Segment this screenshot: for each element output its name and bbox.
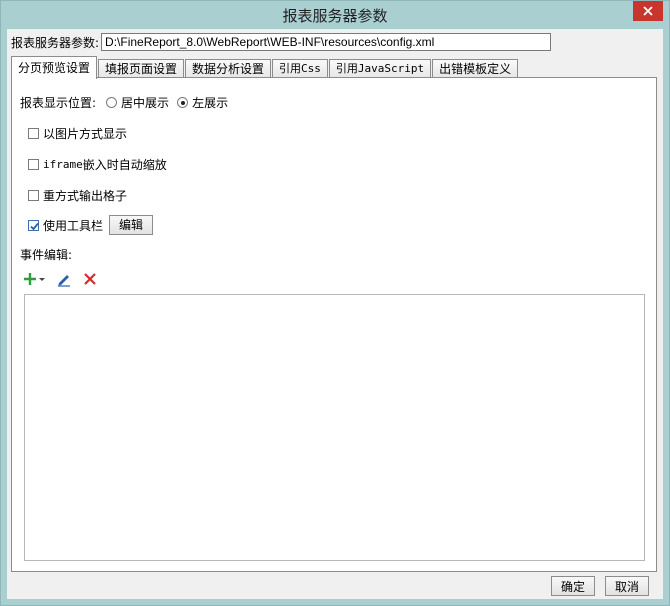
toolbar-option: 使用工具栏 编辑 — [28, 215, 154, 235]
image-mode-label: 以图片方式显示 — [43, 127, 128, 141]
tab-panel-page-preview: 报表显示位置: 居中展示 左展示 以图片方式显示 iframe 嵌入时自动缩放 — [11, 77, 657, 572]
edit-event-button[interactable] — [54, 270, 74, 288]
delete-icon — [84, 273, 96, 285]
close-button[interactable] — [633, 1, 663, 21]
event-list[interactable] — [24, 294, 645, 561]
radio-center-label: 居中展示 — [121, 96, 170, 110]
event-toolbar — [22, 269, 106, 289]
toolbar-checkbox-group[interactable]: 使用工具栏 — [28, 217, 103, 234]
redraw-cells-label: 重方式输出格子 — [43, 189, 128, 203]
radio-left-display[interactable]: 左展示 — [177, 94, 228, 111]
image-mode-option[interactable]: 以图片方式显示 — [28, 125, 127, 142]
iframe-zoom-label-suffix: 嵌入时自动缩放 — [82, 158, 167, 172]
tab-data-analysis-settings[interactable]: 数据分析设置 — [185, 59, 272, 78]
display-position-row: 报表显示位置: 居中展示 左展示 — [20, 94, 228, 111]
radio-center-indicator — [106, 97, 118, 108]
event-edit-heading-row: 事件编辑: — [20, 246, 72, 263]
edit-icon — [58, 275, 70, 287]
display-position-label: 报表显示位置: — [20, 96, 97, 110]
tab-reference-javascript[interactable]: 引用JavaScript — [328, 59, 432, 78]
server-param-label: 报表服务器参数: — [11, 35, 100, 50]
toolbar-label: 使用工具栏 — [43, 218, 104, 233]
radio-center-display[interactable]: 居中展示 — [106, 94, 169, 111]
radio-left-label: 左展示 — [192, 96, 229, 110]
radio-left-indicator — [177, 97, 189, 108]
server-param-path-field[interactable]: D:\FineReport_8.0\WebReport\WEB-INF\reso… — [101, 33, 552, 51]
tab-reference-css[interactable]: 引用Css — [272, 59, 328, 78]
redraw-cells-option[interactable]: 重方式输出格子 — [28, 187, 127, 204]
toolbar-edit-button[interactable]: 编辑 — [109, 215, 154, 235]
tab-bar: 分页预览设置 填报页面设置 数据分析设置 引用Css 引用JavaScript … — [11, 56, 519, 79]
iframe-zoom-label-prefix: iframe — [43, 158, 83, 171]
iframe-zoom-option[interactable]: iframe 嵌入时自动缩放 — [28, 156, 167, 173]
add-event-button[interactable] — [22, 270, 48, 288]
dialog-window: 报表服务器参数 报表服务器参数: D:\FineReport_8.0\WebRe… — [0, 0, 670, 606]
add-icon — [24, 273, 45, 285]
delete-event-button[interactable] — [80, 270, 100, 288]
event-edit-label: 事件编辑: — [20, 248, 73, 262]
close-icon — [643, 6, 653, 16]
ok-button[interactable]: 确定 — [551, 576, 595, 596]
redraw-cells-checkbox[interactable] — [28, 190, 39, 201]
dialog-content: 报表服务器参数: D:\FineReport_8.0\WebReport\WEB… — [7, 29, 663, 599]
checkmark-icon — [30, 222, 39, 230]
iframe-zoom-checkbox[interactable] — [28, 159, 39, 170]
window-title: 报表服务器参数 — [282, 7, 388, 25]
cancel-button[interactable]: 取消 — [605, 576, 649, 596]
tab-page-preview-settings[interactable]: 分页预览设置 — [11, 56, 98, 79]
server-param-row: 报表服务器参数: D:\FineReport_8.0\WebReport\WEB… — [11, 32, 552, 52]
tab-fill-page-settings[interactable]: 填报页面设置 — [98, 59, 185, 78]
title-bar[interactable]: 报表服务器参数 — [1, 1, 669, 29]
tab-error-template[interactable]: 出错模板定义 — [432, 59, 519, 78]
image-mode-checkbox[interactable] — [28, 128, 39, 139]
toolbar-checkbox[interactable] — [28, 219, 39, 231]
